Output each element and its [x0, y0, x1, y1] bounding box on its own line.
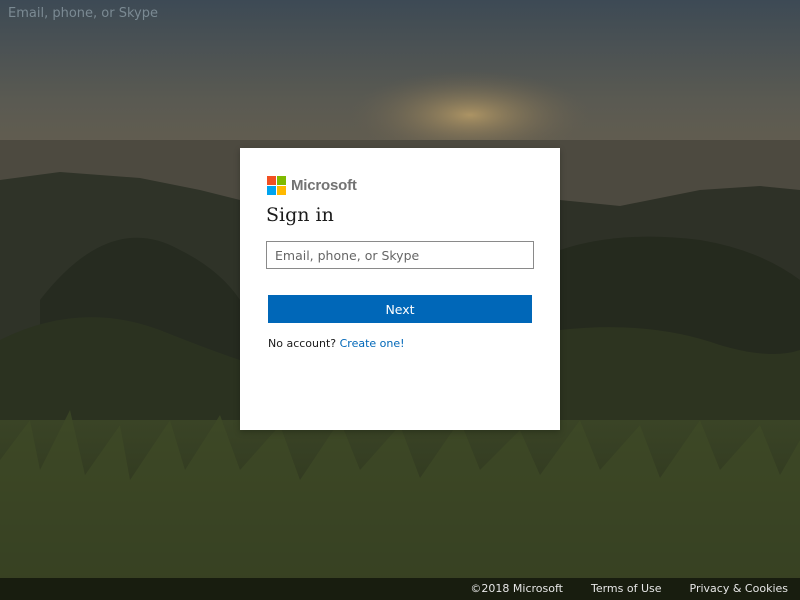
microsoft-logo-icon	[267, 175, 286, 195]
microsoft-logo: Microsoft	[267, 175, 357, 195]
sign-in-page: Email, phone, or Skype Microsoft Sign in…	[0, 0, 800, 600]
footer-links: ©2018 Microsoft Terms of Use Privacy & C…	[442, 582, 788, 595]
no-account-row: No account? Create one!	[268, 337, 405, 350]
privacy-cookies-link[interactable]: Privacy & Cookies	[690, 582, 788, 595]
no-account-label: No account?	[268, 337, 340, 350]
email-field[interactable]	[266, 241, 534, 269]
copyright-text: ©2018 Microsoft	[470, 582, 563, 595]
footer: ©2018 Microsoft Terms of Use Privacy & C…	[0, 578, 800, 600]
create-account-link[interactable]: Create one!	[340, 337, 405, 350]
next-button[interactable]: Next	[268, 295, 532, 323]
terms-of-use-link[interactable]: Terms of Use	[591, 582, 662, 595]
background-ghost-text: Email, phone, or Skype	[8, 6, 158, 21]
sign-in-card: Microsoft Sign in Next No account? Creat…	[240, 148, 560, 430]
microsoft-logo-text: Microsoft	[291, 176, 357, 194]
page-title: Sign in	[266, 204, 334, 226]
